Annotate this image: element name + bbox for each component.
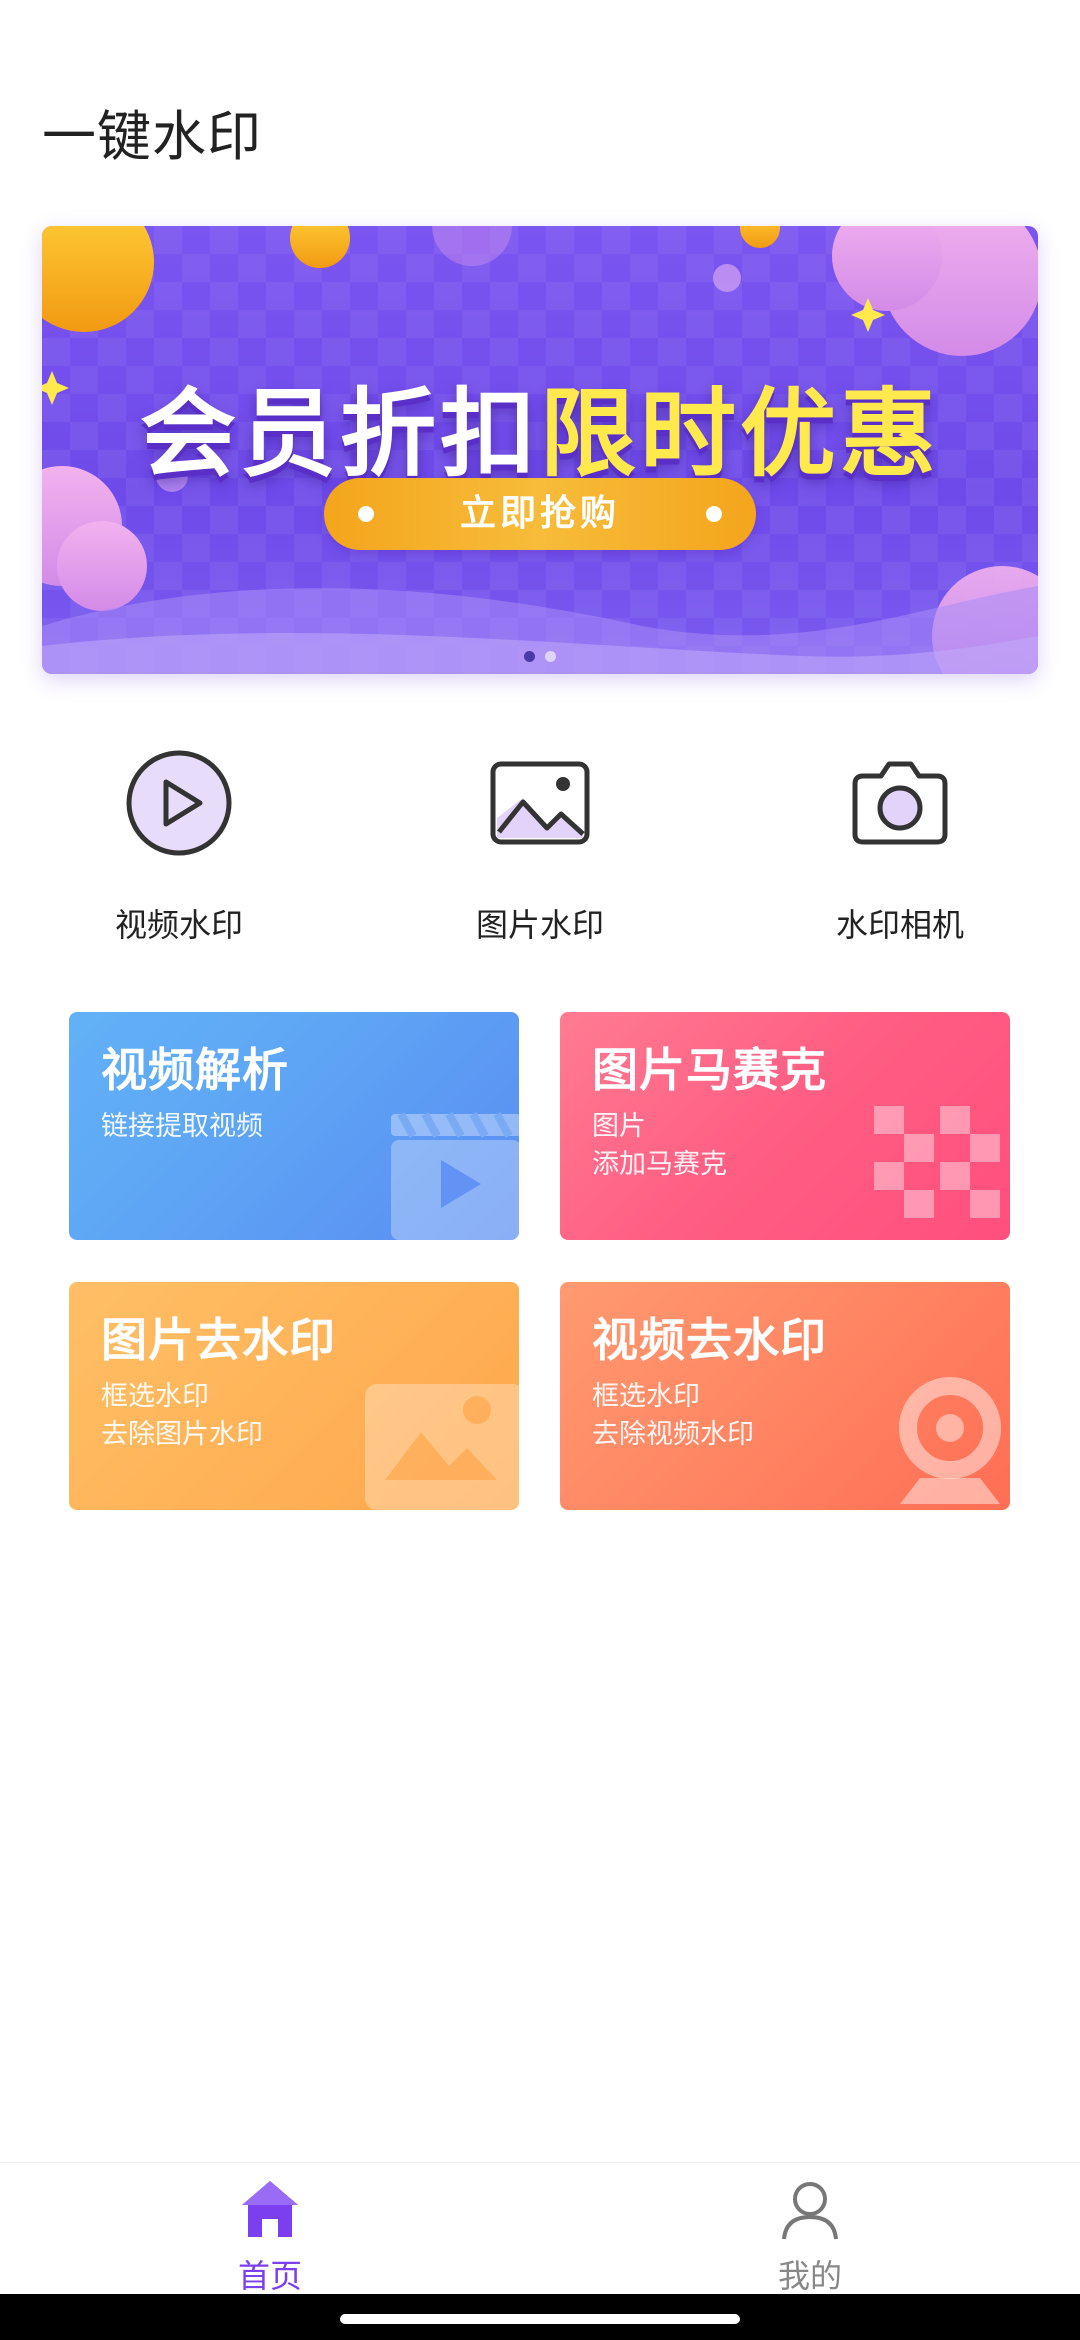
tool-image-watermark-label: 图片水印 [475, 906, 604, 944]
webcam-icon [899, 1377, 1001, 1504]
card-image-remove-watermark-subtitle: 框选水印 去除图片水印 [101, 1378, 263, 1454]
tool-watermark-camera-label: 水印相机 [835, 906, 964, 944]
image-icon [490, 761, 590, 845]
card-video-remove-watermark[interactable]: 视频去水印 框选水印 去除视频水印 [560, 1282, 1010, 1510]
banner-headline-highlight: 限时优惠 [540, 378, 940, 490]
home-indicator[interactable] [340, 2314, 740, 2324]
card-video-remove-watermark-line-2: 去除视频水印 [592, 1419, 754, 1450]
tool-video-watermark-label: 视频水印 [114, 906, 243, 944]
home-icon [242, 2181, 298, 2237]
card-image-remove-watermark-title: 图片去水印 [101, 1313, 336, 1367]
promo-banner[interactable]: 会员折扣限时优惠 立即抢购 [42, 226, 1038, 674]
card-video-parse-line-1: 链接提取视频 [101, 1111, 263, 1142]
card-image-mosaic-title: 图片马赛克 [592, 1043, 827, 1097]
banner-buy-now-button[interactable]: 立即抢购 [324, 478, 756, 550]
landscape-image-icon [365, 1384, 519, 1510]
nav-profile[interactable]: 我的 [710, 2177, 910, 2295]
banner-cta-label: 立即抢购 [459, 493, 620, 534]
nav-home-label: 首页 [237, 2257, 302, 2295]
user-icon [782, 2182, 838, 2240]
nav-profile-label: 我的 [777, 2257, 842, 2295]
card-video-remove-watermark-title: 视频去水印 [592, 1313, 827, 1367]
banner-dot-2[interactable] [545, 651, 556, 662]
card-image-remove-watermark[interactable]: 图片去水印 框选水印 去除图片水印 [69, 1282, 519, 1510]
app-title: 一键水印 [42, 105, 262, 168]
card-image-mosaic-subtitle: 图片 添加马赛克 [592, 1108, 727, 1184]
banner-headline: 会员折扣限时优惠 [42, 356, 1038, 495]
card-image-mosaic-line-1: 图片 [592, 1111, 646, 1142]
banner-pagination[interactable] [42, 647, 1038, 666]
mosaic-icon [874, 1106, 1000, 1218]
card-image-mosaic[interactable]: 图片马赛克 图片 添加马赛克 [560, 1012, 1010, 1240]
banner-headline-part1: 会员折扣 [140, 378, 540, 490]
camera-icon [852, 761, 948, 845]
video-clapper-icon [391, 1112, 519, 1240]
play-circle-icon [126, 750, 232, 856]
card-video-parse-subtitle: 链接提取视频 [101, 1108, 263, 1146]
card-image-remove-watermark-line-1: 框选水印 [101, 1381, 209, 1412]
card-video-parse-title: 视频解析 [101, 1043, 289, 1097]
tool-shortcuts: 视频水印 图片水印 水印相机 [0, 748, 1080, 948]
tool-video-watermark[interactable]: 视频水印 [29, 748, 329, 948]
tool-watermark-camera[interactable]: 水印相机 [750, 748, 1050, 948]
card-image-mosaic-line-2: 添加马赛克 [592, 1149, 727, 1180]
nav-home[interactable]: 首页 [170, 2177, 370, 2295]
bottom-nav: 首页 我的 [0, 2162, 1080, 2295]
banner-dot-1[interactable] [524, 651, 535, 662]
card-image-remove-watermark-line-2: 去除图片水印 [101, 1419, 263, 1450]
card-video-remove-watermark-line-1: 框选水印 [592, 1381, 700, 1412]
card-video-parse[interactable]: 视频解析 链接提取视频 [69, 1012, 519, 1240]
card-video-remove-watermark-subtitle: 框选水印 去除视频水印 [592, 1378, 754, 1454]
cta-dot-left [358, 506, 374, 522]
tool-image-watermark[interactable]: 图片水印 [390, 748, 690, 948]
cta-dot-right [706, 506, 722, 522]
